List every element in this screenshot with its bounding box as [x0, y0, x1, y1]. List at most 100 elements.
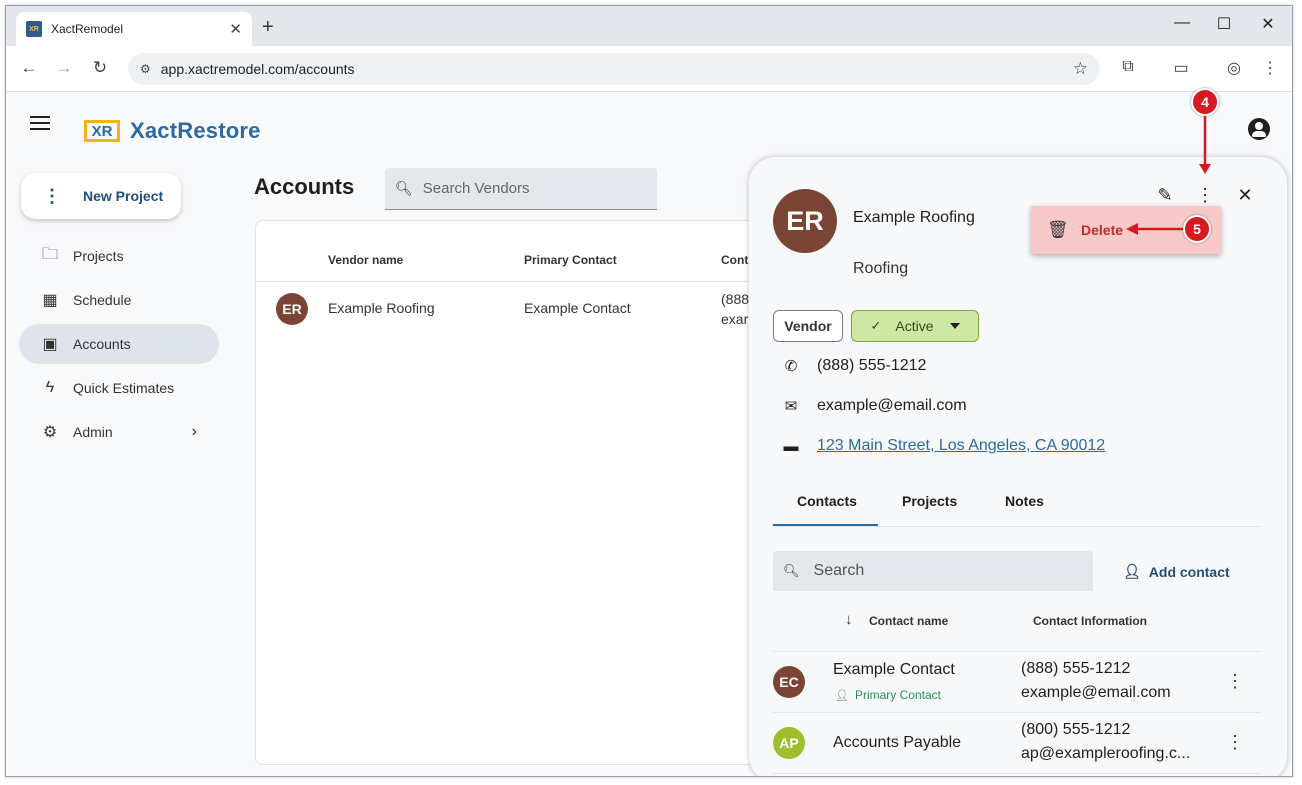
status-dropdown[interactable]: ✓ Active	[851, 310, 979, 342]
column-header-vendor[interactable]: Vendor name	[328, 253, 403, 267]
close-tab-icon[interactable]: ✕	[229, 20, 242, 38]
back-icon[interactable]: ←	[18, 58, 40, 78]
calendar-icon: ▦	[42, 292, 58, 309]
email-row: ✉ example@email.com	[781, 397, 967, 415]
sidebar-item-schedule[interactable]: ▦ Schedule	[19, 280, 219, 320]
new-project-button[interactable]: ⋮ New Project	[21, 173, 181, 219]
extensions-icon[interactable]: ⧉	[1117, 58, 1139, 76]
contact-name: Accounts Payable	[833, 734, 962, 751]
active-tab-indicator	[773, 524, 878, 526]
more-vert-icon[interactable]: ⋮	[1194, 185, 1216, 206]
row-divider	[773, 712, 1261, 713]
table-divider	[256, 281, 794, 282]
logo-icon: XR	[84, 110, 120, 142]
forward-icon[interactable]: →	[53, 58, 75, 78]
column-header-contact-info[interactable]: Cont	[721, 253, 748, 267]
tab-notes[interactable]: Notes	[1005, 493, 1044, 509]
phone-icon: ✆	[784, 358, 798, 375]
avatar: AP	[773, 727, 805, 759]
accounts-table: Vendor name Primary Contact Cont ER Exam…	[255, 220, 795, 765]
contact-info: (888) 555-1212 example@email.com	[1021, 660, 1171, 701]
person-add-icon: 👤︎	[1123, 563, 1141, 579]
bolt-icon: ϟ	[45, 379, 55, 396]
row-more-icon[interactable]: ⋮	[1225, 732, 1245, 753]
column-header-contact-information[interactable]: Contact Information	[1033, 614, 1147, 628]
phone-value: (888) 555-1212	[817, 357, 927, 374]
row-divider	[773, 773, 1261, 774]
vendor-name-cell: Example Roofing	[328, 300, 435, 316]
star-icon[interactable]: ☆	[1073, 59, 1088, 79]
status-label: Active	[895, 318, 934, 334]
avatar: ER	[276, 293, 308, 325]
browser-window: XR XactRemodel ✕ + — ☐ ✕ ← → ↻ ⚙ app.xac…	[5, 5, 1293, 777]
contact-search-input[interactable]	[813, 562, 1074, 580]
column-header-primary-contact[interactable]: Primary Contact	[524, 253, 617, 267]
contact-info-cell-line2: exar	[721, 311, 749, 327]
browser-tab[interactable]: XR XactRemodel ✕	[16, 12, 252, 46]
contact-info: (800) 555-1212 ap@exampleroofing.c...	[1021, 721, 1191, 762]
add-contact-button[interactable]: 👤︎ Add contact	[1123, 563, 1230, 580]
card-icon: ▬	[783, 437, 799, 455]
reload-icon[interactable]: ↻	[89, 58, 111, 78]
sidebar-item-label: Schedule	[73, 292, 132, 308]
row-more-icon[interactable]: ⋮	[1225, 671, 1245, 692]
primary-contact-badge: 👤︎ Primary Contact	[835, 688, 941, 702]
phone-row: ✆ (888) 555-1212	[781, 357, 927, 375]
mail-icon: ✉	[784, 398, 798, 415]
sidebar-item-admin[interactable]: ⚙ Admin ›	[19, 412, 219, 452]
tab-divider	[773, 526, 1261, 527]
email-value: example@email.com	[817, 397, 967, 414]
cast-icon[interactable]: ▭	[1170, 58, 1192, 78]
hamburger-icon[interactable]	[30, 116, 50, 134]
browser-toolbar: ← → ↻ ⚙ app.xactremodel.com/accounts ☆ ⧉…	[6, 46, 1292, 92]
favicon-icon: XR	[26, 21, 42, 37]
profile-icon[interactable]: ◎	[1223, 58, 1245, 78]
vendor-search-field[interactable]: 🔍︎	[385, 168, 657, 210]
search-icon: 🔍︎	[783, 563, 800, 578]
tab-contacts[interactable]: Contacts	[797, 493, 857, 509]
close-icon[interactable]: ✕	[1234, 185, 1256, 206]
address-link[interactable]: 123 Main Street, Los Angeles, CA 90012	[817, 437, 1105, 455]
address-bar[interactable]: ⚙ app.xactremodel.com/accounts ☆	[128, 53, 1100, 85]
gear-icon: ⚙	[42, 424, 58, 441]
app-header: XR XactRestore	[6, 92, 1292, 158]
sidebar-item-projects[interactable]: 🗀 Projects	[19, 236, 219, 276]
person-icon: 👤︎	[835, 689, 849, 702]
sidebar-item-label: Admin	[73, 424, 113, 440]
minimize-icon[interactable]: —	[1172, 14, 1192, 32]
tab-projects[interactable]: Projects	[902, 493, 957, 509]
window-close-icon[interactable]: ✕	[1258, 14, 1278, 34]
delete-label: Delete	[1081, 222, 1124, 238]
new-project-label: New Project	[83, 188, 164, 204]
contact-name: Example Contact	[833, 661, 955, 678]
sidebar-item-quick-estimates[interactable]: ϟ Quick Estimates	[19, 368, 219, 408]
trash-icon: 🗑︎	[1047, 220, 1069, 239]
vendor-chip: Vendor	[773, 310, 843, 342]
avatar: ER	[773, 189, 837, 253]
tab-title: XactRemodel	[51, 22, 124, 36]
contact-info-cell-line1: (888	[721, 291, 750, 307]
add-contact-label: Add contact	[1148, 563, 1230, 580]
chevron-right-icon: ›	[191, 423, 197, 440]
arrow-down-icon[interactable]: ↓	[845, 611, 853, 628]
primary-contact-cell: Example Contact	[524, 300, 631, 316]
maximize-icon[interactable]: ☐	[1214, 14, 1234, 34]
account-circle-icon[interactable]	[1248, 118, 1270, 140]
column-header-contact-name[interactable]: Contact name	[869, 614, 948, 628]
edit-pencil-icon[interactable]: ✎	[1154, 185, 1176, 206]
sidebar-item-label: Projects	[73, 248, 124, 264]
avatar: EC	[773, 666, 805, 698]
sidebar-item-label: Quick Estimates	[73, 380, 175, 396]
check-icon: ✓	[870, 318, 882, 333]
menu-icon[interactable]: ⋮	[1259, 58, 1281, 78]
url-text[interactable]: app.xactremodel.com/accounts	[161, 61, 1073, 77]
caret-down-icon	[949, 323, 960, 329]
sidebar-item-accounts[interactable]: ▣ Accounts	[19, 324, 219, 364]
address-row: ▬ 123 Main Street, Los Angeles, CA 90012	[781, 437, 1106, 455]
tune-icon[interactable]: ⚙	[140, 62, 151, 76]
vendor-search-input[interactable]	[422, 180, 643, 197]
new-tab-icon[interactable]: +	[262, 16, 274, 39]
sidebar-item-label: Accounts	[73, 336, 131, 352]
step-5-callout: 5	[1183, 215, 1211, 243]
contact-search-field[interactable]: 🔍︎	[773, 551, 1093, 591]
